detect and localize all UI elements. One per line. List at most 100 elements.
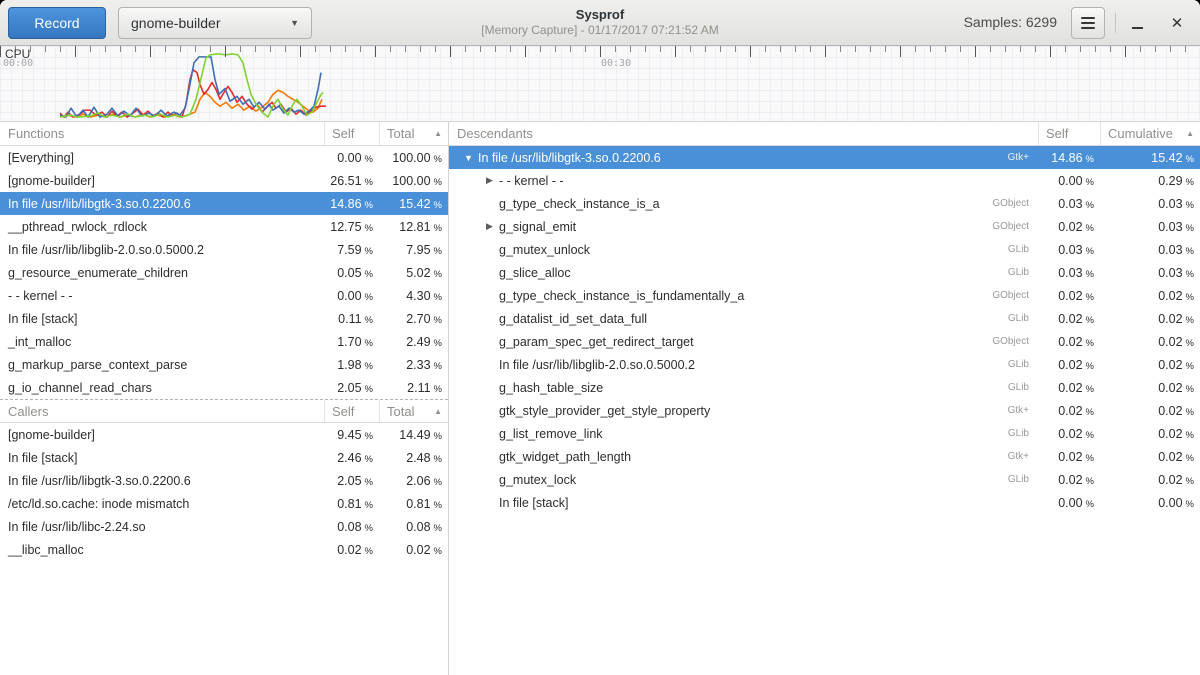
percent-sign: % xyxy=(434,177,442,188)
descendant-name: g_signal_emit xyxy=(496,220,576,234)
table-row[interactable]: In file /usr/lib/libgtk-3.so.0.2200.62.0… xyxy=(0,469,448,492)
table-row[interactable]: g_type_check_instance_is_aGObject0.03%0.… xyxy=(449,192,1200,215)
table-row[interactable]: g_markup_parse_context_parse1.98%2.33% xyxy=(0,353,448,376)
function-name: g_io_channel_read_chars xyxy=(8,381,152,395)
total-column-header[interactable]: Total ▲ xyxy=(379,122,448,145)
menu-button[interactable] xyxy=(1071,7,1105,39)
record-button[interactable]: Record xyxy=(8,7,106,39)
function-name-cell: [gnome-builder] xyxy=(0,428,324,442)
table-row[interactable]: _int_malloc1.70%2.49% xyxy=(0,330,448,353)
callers-self-column-header[interactable]: Self xyxy=(324,400,379,422)
cpu-graph[interactable]: CPU 00:0000:30 xyxy=(0,46,1200,122)
percent-sign: % xyxy=(1186,384,1194,395)
percent-sign: % xyxy=(1086,384,1094,395)
total-cell: 5.02% xyxy=(379,266,448,280)
percent-sign: % xyxy=(1086,407,1094,418)
functions-column-header[interactable]: Functions xyxy=(0,122,324,145)
descendant-name-cell: ▶g_signal_emitGObject xyxy=(449,220,1038,234)
table-row[interactable]: /etc/ld.so.cache: inode mismatch0.81%0.8… xyxy=(0,492,448,515)
expand-triangle-icon[interactable]: ▶ xyxy=(483,175,496,186)
self-cell: 0.02% xyxy=(1038,381,1100,395)
percent-sign: % xyxy=(1086,338,1094,349)
total-cell-value: 2.33 xyxy=(406,358,430,372)
descendants-table-body: ▼In file /usr/lib/libgtk-3.so.0.2200.6Gt… xyxy=(449,146,1200,514)
ruler-tick xyxy=(1065,46,1066,52)
ruler-tick xyxy=(735,46,736,52)
descendants-self-column-header[interactable]: Self xyxy=(1038,122,1100,145)
function-name-cell: In file /usr/lib/libgtk-3.so.0.2200.6 xyxy=(0,197,324,211)
percent-sign: % xyxy=(365,500,373,511)
table-row[interactable]: In file /usr/lib/libglib-2.0.so.0.5000.2… xyxy=(0,238,448,261)
function-name: [Everything] xyxy=(8,151,74,165)
table-row[interactable]: g_list_remove_linkGLib0.02%0.02% xyxy=(449,422,1200,445)
self-cell-value: 0.02 xyxy=(1058,404,1082,418)
sort-ascending-icon: ▲ xyxy=(434,129,442,138)
percent-sign: % xyxy=(365,154,373,165)
table-row[interactable]: __libc_malloc0.02%0.02% xyxy=(0,538,448,561)
table-row[interactable]: __pthread_rwlock_rdlock12.75%12.81% xyxy=(0,215,448,238)
total-cell: 2.49% xyxy=(379,335,448,349)
percent-sign: % xyxy=(365,200,373,211)
self-column-header[interactable]: Self xyxy=(324,122,379,145)
library-tag: GLib xyxy=(1008,382,1038,393)
table-row[interactable]: ▶g_signal_emitGObject0.02%0.03% xyxy=(449,215,1200,238)
table-row[interactable]: gtk_style_provider_get_style_propertyGtk… xyxy=(449,399,1200,422)
self-cell-value: 2.46 xyxy=(337,451,361,465)
percent-sign: % xyxy=(1086,430,1094,441)
ruler-tick xyxy=(825,46,826,57)
total-cell: 15.42% xyxy=(379,197,448,211)
table-row[interactable]: In file /usr/lib/libc-2.24.so0.08%0.08% xyxy=(0,515,448,538)
table-row[interactable]: In file /usr/lib/libglib-2.0.so.0.5000.2… xyxy=(449,353,1200,376)
percent-sign: % xyxy=(434,269,442,280)
table-row[interactable]: In file [stack]0.00%0.00% xyxy=(449,491,1200,514)
self-cell: 14.86% xyxy=(1038,151,1100,165)
minimize-button[interactable] xyxy=(1122,8,1152,38)
ruler-tick xyxy=(45,46,46,52)
table-row[interactable]: g_hash_table_sizeGLib0.02%0.02% xyxy=(449,376,1200,399)
table-row[interactable]: g_mutex_lockGLib0.02%0.02% xyxy=(449,468,1200,491)
self-cell-value: 9.45 xyxy=(337,428,361,442)
descendant-name-cell: g_datalist_id_set_data_fullGLib xyxy=(449,312,1038,326)
table-row[interactable]: ▼In file /usr/lib/libgtk-3.so.0.2200.6Gt… xyxy=(449,146,1200,169)
percent-sign: % xyxy=(1086,177,1094,188)
descendants-column-header[interactable]: Descendants xyxy=(449,122,1038,145)
table-row[interactable]: [gnome-builder]9.45%14.49% xyxy=(0,423,448,446)
process-selector-dropdown[interactable]: gnome-builder ▼ xyxy=(118,7,312,39)
descendant-name: g_hash_table_size xyxy=(496,381,603,395)
cumulative-cell: 0.02% xyxy=(1100,381,1200,395)
collapse-triangle-icon[interactable]: ▼ xyxy=(462,153,475,163)
table-row[interactable]: gtk_widget_path_lengthGtk+0.02%0.02% xyxy=(449,445,1200,468)
table-row[interactable]: ▶- - kernel - -0.00%0.29% xyxy=(449,169,1200,192)
table-row[interactable]: g_datalist_id_set_data_fullGLib0.02%0.02… xyxy=(449,307,1200,330)
table-row[interactable]: g_mutex_unlockGLib0.03%0.03% xyxy=(449,238,1200,261)
table-row[interactable]: g_resource_enumerate_children0.05%5.02% xyxy=(0,261,448,284)
ruler-tick xyxy=(510,46,511,52)
table-row[interactable]: [Everything]0.00%100.00% xyxy=(0,146,448,169)
percent-sign: % xyxy=(1186,361,1194,372)
percent-sign: % xyxy=(434,246,442,257)
function-name: _int_malloc xyxy=(8,335,71,349)
table-row[interactable]: g_param_spec_get_redirect_targetGObject0… xyxy=(449,330,1200,353)
function-name-cell: g_resource_enumerate_children xyxy=(0,266,324,280)
table-row[interactable]: In file [stack]2.46%2.48% xyxy=(0,446,448,469)
percent-sign: % xyxy=(365,338,373,349)
table-row[interactable]: - - kernel - -0.00%4.30% xyxy=(0,284,448,307)
table-row[interactable]: g_type_check_instance_is_fundamentally_a… xyxy=(449,284,1200,307)
callers-total-column-header[interactable]: Total ▲ xyxy=(379,400,448,422)
expand-triangle-icon[interactable]: ▶ xyxy=(483,221,496,232)
close-button[interactable]: ✕ xyxy=(1162,8,1192,38)
ruler-tick xyxy=(1050,46,1051,57)
descendant-name: g_type_check_instance_is_fundamentally_a xyxy=(496,289,744,303)
table-row[interactable]: In file /usr/lib/libgtk-3.so.0.2200.614.… xyxy=(0,192,448,215)
table-row[interactable]: g_slice_allocGLib0.03%0.03% xyxy=(449,261,1200,284)
cumulative-column-header[interactable]: Cumulative ▲ xyxy=(1100,122,1200,145)
table-row[interactable]: In file [stack]0.11%2.70% xyxy=(0,307,448,330)
callers-column-header[interactable]: Callers xyxy=(0,400,324,422)
cumulative-cell: 0.02% xyxy=(1100,358,1200,372)
ruler-tick xyxy=(525,46,526,57)
self-cell: 0.02% xyxy=(1038,450,1100,464)
table-row[interactable]: [gnome-builder]26.51%100.00% xyxy=(0,169,448,192)
function-name: /etc/ld.so.cache: inode mismatch xyxy=(8,497,189,511)
table-row[interactable]: g_io_channel_read_chars2.05%2.11% xyxy=(0,376,448,399)
self-cell: 9.45% xyxy=(324,428,379,442)
